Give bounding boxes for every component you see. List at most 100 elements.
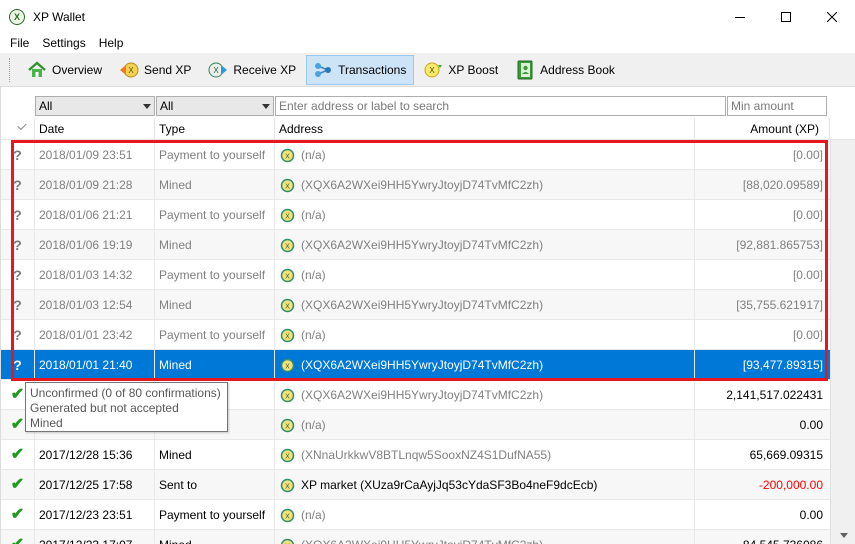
amount-cell: [88,020.09589] [742, 178, 823, 192]
date-cell: 2018/01/01 21:40 [35, 350, 155, 380]
transactions-panel: All All Date Type Address Amount (XP) ? 2… [0, 87, 855, 544]
date-cell: 2018/01/06 21:21 [35, 200, 155, 230]
status-tooltip: Unconfirmed (0 of 80 confirmations) Gene… [25, 382, 228, 432]
table-row[interactable]: ? 2018/01/01 21:40 Mined X (XQX6A2WXei9HH5Yw… [1, 350, 830, 380]
address-cell: X (n/a) [275, 200, 695, 230]
unconfirmed-icon: ? [13, 327, 22, 343]
status-cell: ? [1, 260, 35, 290]
sort-indicator-icon [17, 120, 27, 131]
mined-tx-icon: X [280, 328, 295, 342]
status-cell: ? [1, 230, 35, 260]
close-button[interactable] [809, 0, 855, 33]
header-date[interactable]: Date [35, 118, 155, 140]
svg-text:X: X [285, 273, 290, 280]
table-row[interactable]: ✔ 2017/12/25 17:58 Sent to X XP market (XUza… [1, 470, 830, 500]
svg-text:X: X [285, 483, 290, 490]
header-amount[interactable]: Amount (XP) [695, 118, 830, 140]
svg-text:X: X [285, 363, 290, 370]
type-cell: Mined [155, 530, 275, 544]
header-status[interactable] [1, 118, 35, 140]
mined-tx-icon: X [280, 508, 295, 522]
address-book-button[interactable]: Address Book [508, 55, 623, 85]
unconfirmed-icon: ? [13, 147, 22, 163]
status-cell: ✔ [1, 530, 35, 544]
address-text: (XQX6A2WXei9HH5YwryJtoyjD74TvMfC2zh) [301, 388, 544, 402]
address-book-icon [515, 60, 535, 80]
address-cell: X (n/a) [275, 320, 695, 350]
xp-boost-button[interactable]: X XP Boost [416, 55, 506, 85]
menu-file[interactable]: File [0, 36, 36, 50]
vertical-scrollbar[interactable] [830, 140, 855, 544]
mined-tx-icon: X [280, 388, 295, 402]
table-row[interactable]: ✔ 2017/12/23 17:07Mined X (XQX6A2WXei9HH5Yw… [1, 530, 830, 544]
menu-help[interactable]: Help [93, 36, 131, 50]
address-cell: X XP market (XUza9rCaAyjJq53cYdaSF3Bo4neF… [275, 470, 695, 500]
date-cell: 2017/12/23 17:07 [35, 530, 155, 544]
table-header: Date Type Address Amount (XP) [1, 118, 855, 140]
amount-cell: 0.00 [799, 418, 823, 432]
table-row[interactable]: ? 2018/01/06 21:21 Payment to yourself X (n/… [1, 200, 830, 230]
unconfirmed-icon: ? [13, 207, 22, 223]
table-row[interactable]: ? 2018/01/01 23:42 Payment to yourself X (n/… [1, 320, 830, 350]
amount-cell: -200,000.00 [758, 478, 823, 492]
receive-xp-button[interactable]: X Receive XP [201, 55, 304, 85]
send-xp-button[interactable]: X Send XP [112, 55, 199, 85]
header-type[interactable]: Type [155, 118, 275, 140]
send-coin-icon: X [119, 60, 139, 80]
date-filter-select[interactable]: All [35, 96, 155, 116]
min-amount-input[interactable] [727, 96, 827, 116]
date-cell: 2018/01/03 12:54 [35, 290, 155, 320]
address-text: (n/a) [301, 148, 326, 162]
table-row[interactable]: ✔ 2017/12/23 23:51 Payment to yourself X (n/… [1, 500, 830, 530]
address-text: (n/a) [301, 268, 326, 282]
status-cell: ? [1, 320, 35, 350]
table-row[interactable]: ? 2018/01/09 23:51 Payment to yourself X (n/… [1, 140, 830, 170]
type-cell: Payment to yourself [155, 320, 275, 350]
confirmed-check-icon: ✔ [10, 506, 25, 523]
address-cell: X (XNnaUrkkwV8BTLnqw5SooxNZ4S1DufNA55) [275, 440, 695, 470]
transactions-button[interactable]: Transactions [306, 54, 415, 85]
svg-text:X: X [128, 66, 134, 75]
table-row[interactable]: ? 2018/01/06 19:19 Mined X (XQX6A2WXei9HH5Yw… [1, 230, 830, 260]
address-search-input[interactable] [275, 96, 726, 116]
table-row[interactable]: ? 2018/01/03 14:32 Payment to yourself X (n/… [1, 260, 830, 290]
svg-text:X: X [430, 66, 436, 75]
table-row[interactable]: ✔ 2017/12/28 15:36 Mined X (XNnaUrkkwV8BTLnq… [1, 440, 830, 470]
transactions-label: Transactions [338, 62, 407, 77]
type-filter-select[interactable]: All [156, 96, 274, 116]
svg-text:X: X [285, 183, 290, 190]
table-row[interactable]: ? 2018/01/03 12:54 Mined X (XQX6A2WXei9HH5Yw… [1, 290, 830, 320]
tooltip-line: Generated but not accepted [30, 401, 179, 415]
date-cell: 2018/01/01 23:42 [35, 320, 155, 350]
address-cell: X (n/a) [275, 500, 695, 530]
type-cell: Mined [155, 230, 275, 260]
svg-text:X: X [285, 333, 290, 340]
toolbar-grip[interactable] [9, 57, 12, 82]
type-cell: Mined [155, 290, 275, 320]
status-cell: ? [1, 200, 35, 230]
status-cell: ? [1, 170, 35, 200]
maximize-button[interactable] [763, 0, 809, 33]
type-cell: Mined [155, 350, 275, 380]
table-row[interactable]: ? 2018/01/09 21:28 Mined X (XQX6A2WXei9HH5Yw… [1, 170, 830, 200]
header-address[interactable]: Address [275, 118, 695, 140]
send-xp-label: Send XP [144, 62, 192, 77]
amount-cell: [0.00] [792, 268, 823, 282]
house-icon [27, 60, 47, 80]
send-tx-icon: X [280, 478, 295, 492]
overview-button[interactable]: Overview [20, 55, 110, 85]
svg-text:X: X [285, 393, 290, 400]
menu-settings[interactable]: Settings [36, 36, 92, 50]
svg-text:X: X [285, 213, 290, 220]
amount-cell: [0.00] [792, 328, 823, 342]
confirmed-check-icon: ✔ [10, 476, 25, 493]
minimize-button[interactable] [717, 0, 763, 33]
scroll-down-icon[interactable] [840, 533, 848, 538]
unconfirmed-icon: ? [13, 297, 22, 313]
address-cell: X (XQX6A2WXei9HH5YwryJtoyjD74TvMfC2zh) [275, 380, 695, 410]
mined-tx-icon: X [280, 298, 295, 312]
address-cell: X (XQX6A2WXei9HH5YwryJtoyjD74TvMfC2zh) [275, 530, 695, 544]
toolbar: Overview X Send XP X Receive XP Transact… [0, 53, 855, 87]
transactions-table: Date Type Address Amount (XP) ? 2018/01/0… [1, 118, 855, 544]
address-cell: X (n/a) [275, 410, 695, 440]
